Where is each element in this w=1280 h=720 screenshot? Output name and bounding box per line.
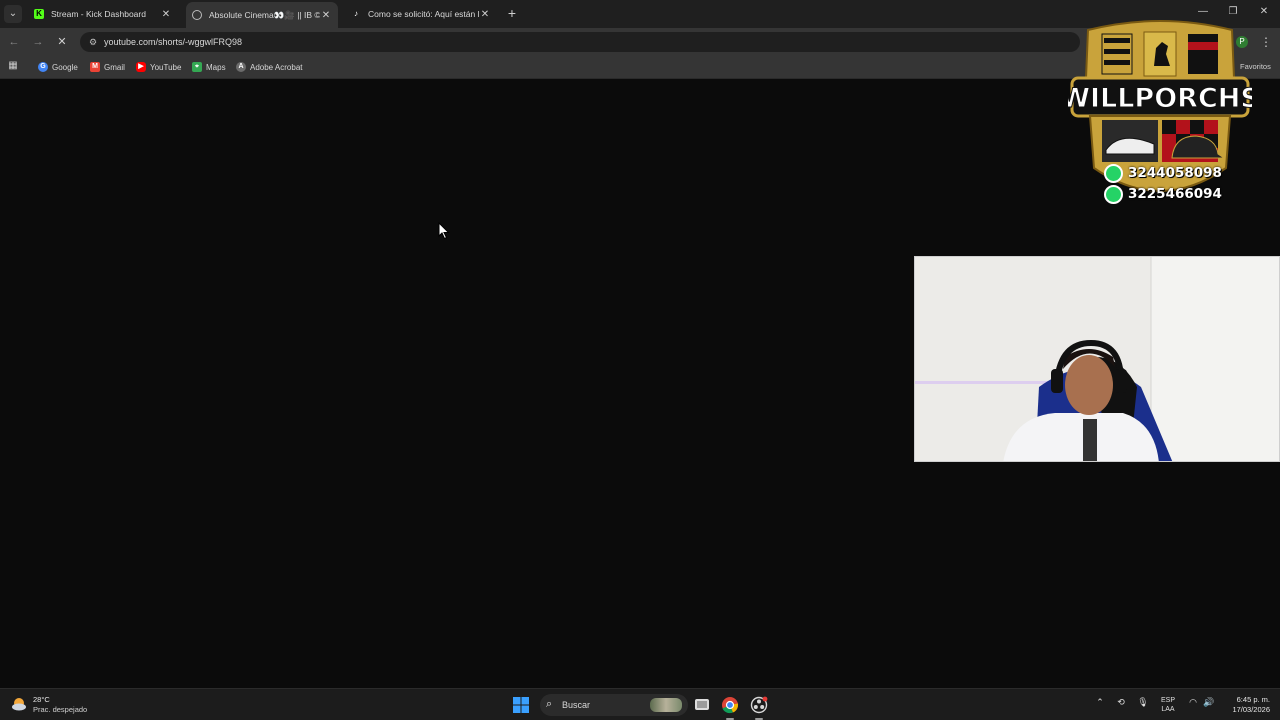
forward-button[interactable]: → bbox=[30, 34, 46, 50]
tab-search-button[interactable]: ⌄ bbox=[4, 5, 22, 23]
close-icon[interactable]: ✕ bbox=[479, 9, 491, 20]
keyboard-layout: LAA bbox=[1161, 706, 1175, 713]
back-button[interactable]: ← bbox=[6, 34, 22, 50]
tab-kick-dashboard[interactable]: K Stream - Kick Dashboard ✕ bbox=[28, 2, 178, 26]
phone-number: 3225466094 bbox=[1128, 186, 1222, 202]
gmail-icon: M bbox=[90, 62, 100, 72]
bookmark-google[interactable]: G Google bbox=[38, 61, 78, 73]
close-icon[interactable]: ✕ bbox=[160, 9, 172, 20]
logo-brand-text: WILLPORCHS bbox=[1068, 83, 1252, 114]
kick-logo-icon: K bbox=[34, 9, 44, 19]
obs-studio-icon[interactable] bbox=[750, 696, 768, 714]
new-tab-button[interactable]: + bbox=[505, 5, 519, 21]
mouse-cursor-icon bbox=[438, 222, 450, 240]
taskbar-search[interactable]: ⌕ Buscar bbox=[540, 694, 688, 716]
maps-icon: ⌖ bbox=[192, 62, 202, 72]
task-view-icon[interactable] bbox=[693, 696, 711, 714]
bookmark-maps[interactable]: ⌖ Maps bbox=[192, 61, 226, 73]
tab-title: Stream - Kick Dashboard bbox=[51, 9, 146, 19]
youtube-icon: ▶ bbox=[136, 62, 146, 72]
weather-partly-cloudy-icon[interactable] bbox=[11, 696, 27, 712]
microphone-icon[interactable]: 🎙 bbox=[1136, 697, 1150, 708]
windows-taskbar: 28°C Prac. despejado ⌕ Buscar ⌃ ⟲ 🎙 ESP … bbox=[0, 688, 1280, 720]
streamer-camera-image bbox=[915, 257, 1279, 461]
window-close-button[interactable]: ✕ bbox=[1257, 6, 1271, 17]
phone-number: 3244058098 bbox=[1128, 165, 1222, 181]
windows-start-icon[interactable] bbox=[513, 697, 529, 713]
bookmark-label: YouTube bbox=[150, 62, 182, 72]
search-highlight-image bbox=[650, 698, 682, 712]
whatsapp-contact-1: 3244058098 bbox=[1104, 163, 1222, 183]
bookmark-adobe-acrobat[interactable]: A Adobe Acrobat bbox=[236, 61, 302, 73]
clock-time: 6:45 p. m. bbox=[1236, 695, 1270, 704]
weather-temperature[interactable]: 28°C bbox=[33, 695, 50, 704]
search-label: Buscar bbox=[562, 700, 591, 710]
url-text: youtube.com/shorts/-wggwlFRQ98 bbox=[104, 37, 243, 47]
volume-icon[interactable]: 🔊 bbox=[1202, 697, 1216, 708]
bookmark-gmail[interactable]: M Gmail bbox=[90, 61, 125, 73]
whatsapp-icon bbox=[1104, 163, 1123, 183]
search-icon: ⌕ bbox=[546, 698, 553, 710]
tab-tiktok[interactable]: ♪ Como se solicitó: Aquí están la ✕ bbox=[345, 2, 497, 26]
tab-absolute-cinema[interactable]: Absolute Cinema👀🎥 || IB © ✕ bbox=[186, 2, 338, 28]
minimize-button[interactable]: — bbox=[1196, 6, 1210, 17]
language-indicator[interactable]: ESP LAA bbox=[1160, 696, 1176, 714]
stop-loading-button[interactable]: ✕ bbox=[54, 34, 70, 50]
bookmark-label: Adobe Acrobat bbox=[250, 62, 303, 72]
bookmark-label: Google bbox=[52, 62, 78, 72]
chrome-icon[interactable] bbox=[721, 696, 739, 714]
close-icon[interactable]: ✕ bbox=[320, 10, 332, 21]
more-menu-icon[interactable]: ⋮ bbox=[1260, 34, 1272, 50]
tab-title: Absolute Cinema👀🎥 || IB © bbox=[209, 9, 320, 20]
webpage-icon bbox=[192, 10, 202, 20]
clock-date: 17/03/2026 bbox=[1232, 705, 1270, 714]
address-bar[interactable]: ⚙ youtube.com/shorts/-wggwlFRQ98 bbox=[80, 32, 1080, 52]
site-settings-icon[interactable]: ⚙ bbox=[87, 36, 99, 48]
bookmark-label: Gmail bbox=[104, 62, 125, 72]
webcam-feed bbox=[914, 256, 1280, 462]
weather-description[interactable]: Prac. despejado bbox=[33, 705, 87, 714]
bookmark-youtube[interactable]: ▶ YouTube bbox=[136, 61, 181, 73]
whatsapp-contact-2: 3225466094 bbox=[1104, 184, 1222, 204]
whatsapp-icon bbox=[1104, 184, 1123, 204]
tiktok-icon: ♪ bbox=[354, 9, 358, 18]
maximize-button[interactable]: ❐ bbox=[1226, 6, 1240, 17]
show-hidden-icons-chevron-icon[interactable]: ⌃ bbox=[1093, 697, 1107, 708]
bookmark-label: Maps bbox=[206, 62, 226, 72]
tab-title: Como se solicitó: Aquí están la bbox=[368, 9, 479, 19]
sync-icon[interactable]: ⟲ bbox=[1114, 697, 1128, 708]
google-icon: G bbox=[38, 62, 48, 72]
clock[interactable]: 6:45 p. m. 17/03/2026 bbox=[1224, 695, 1270, 715]
acrobat-icon: A bbox=[236, 62, 246, 72]
wifi-icon[interactable]: ◠ bbox=[1186, 697, 1200, 708]
apps-grid-icon[interactable]: ▦ bbox=[7, 60, 19, 72]
language-code: ESP bbox=[1160, 697, 1175, 704]
